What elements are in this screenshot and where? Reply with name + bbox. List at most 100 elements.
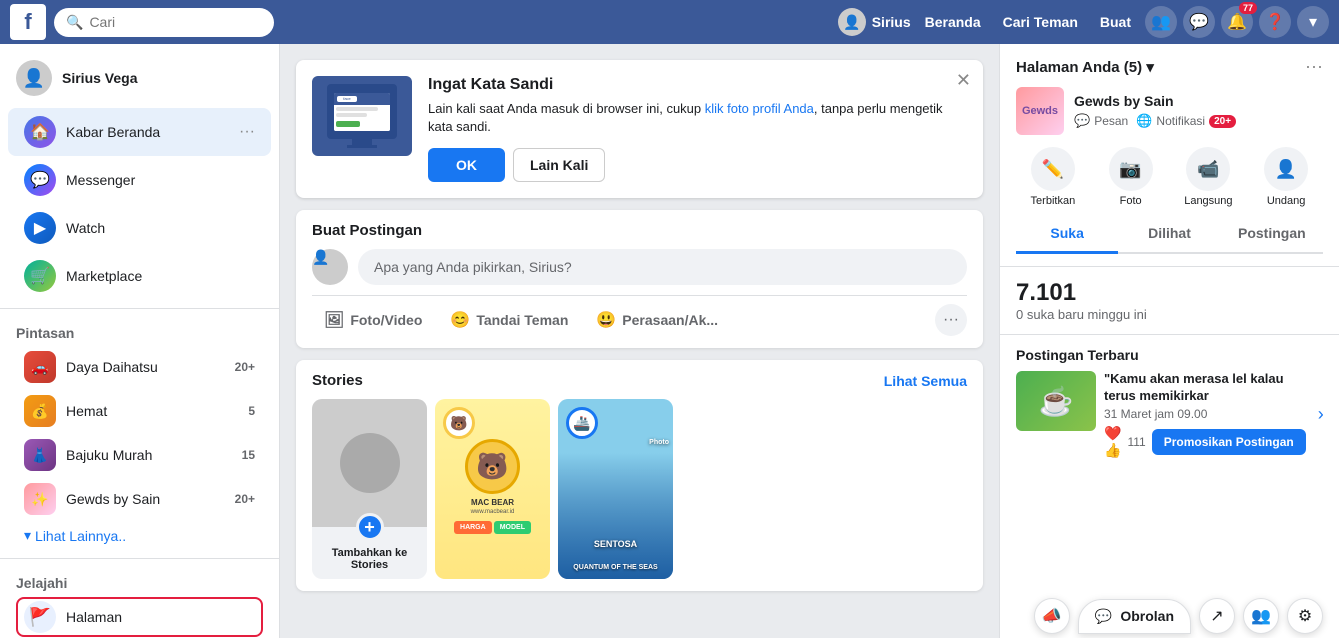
sidebar-item-watch[interactable]: ▶ Watch <box>8 204 271 252</box>
top-nav: f 🔍 👤 Sirius Beranda Cari Teman Buat 👥 💬… <box>0 0 1339 44</box>
friend-requests-btn[interactable]: 👥 <box>1145 6 1177 38</box>
shortcut-bajuku-murah[interactable]: 👗 Bajuku Murah 15 <box>8 433 271 477</box>
recent-post-item: ☕ "Kamu akan merasa lel kalau terus memi… <box>1016 371 1323 459</box>
shortcut-badge-1: 20+ <box>235 360 255 374</box>
password-modal-link[interactable]: klik foto profil Anda <box>705 101 814 116</box>
messenger-btn[interactable]: 💬 <box>1183 6 1215 38</box>
foto-col[interactable]: 📷 Foto <box>1094 147 1168 207</box>
recent-post-thumb: ☕ <box>1016 371 1096 431</box>
post-avatar: 👤 <box>312 249 348 285</box>
stories-title: Stories <box>312 372 363 389</box>
notifikasi-globe-icon: 🌐 <box>1136 113 1152 129</box>
tandai-teman-btn[interactable]: 😊 Tandai Teman <box>438 304 580 336</box>
foto-video-label: Foto/Video <box>350 312 422 328</box>
perasaan-btn[interactable]: 😃 Perasaan/Ak... <box>584 304 730 336</box>
recent-post-arrow[interactable]: › <box>1314 371 1328 459</box>
pesan-label: Pesan <box>1094 114 1128 128</box>
tab-suka[interactable]: Suka <box>1016 215 1118 254</box>
sidebar-divider-1 <box>0 308 279 309</box>
undang-col[interactable]: 👤 Undang <box>1249 147 1323 207</box>
stories-see-all[interactable]: Lihat Semua <box>884 373 967 389</box>
tab-dilihat[interactable]: Dilihat <box>1118 215 1220 254</box>
nav-find-friends-btn[interactable]: Cari Teman <box>995 10 1086 34</box>
account-menu-btn[interactable]: ▾ <box>1297 6 1329 38</box>
likes-section: 7.101 0 suka baru minggu ini <box>1000 267 1339 335</box>
ok-button[interactable]: OK <box>428 148 505 182</box>
promote-btn[interactable]: Promosikan Postingan <box>1152 429 1306 455</box>
foto-video-icon: 🖼 <box>324 310 344 330</box>
watch-label: Watch <box>66 220 255 236</box>
shortcut-label-1: Daya Daihatsu <box>66 359 225 375</box>
shortcut-icon-4: ✨ <box>24 483 56 515</box>
shortcut-label-2: Hemat <box>66 403 238 419</box>
external-link-btn[interactable]: ↗ <box>1199 598 1235 634</box>
obrolan-label: Obrolan <box>1120 608 1174 624</box>
undang-label: Undang <box>1267 195 1306 207</box>
password-modal-card: face Ingat K <box>296 60 983 198</box>
bottom-bar: 📣 💬 Obrolan ↗ 👥 ⚙ <box>1034 594 1339 638</box>
story-cruise[interactable]: 🚢 Photo SENTOSA QUANTUM OF THE SEAS <box>558 399 673 579</box>
notifikasi-btn[interactable]: 🌐 Notifikasi 20+ <box>1136 113 1236 129</box>
shortcut-badge-3: 15 <box>242 448 255 462</box>
shortcut-daya-daihatsu[interactable]: 🚗 Daya Daihatsu 20+ <box>8 345 271 389</box>
left-sidebar: 👤 Sirius Vega 🏠 Kabar Beranda ··· 💬 Mess… <box>0 44 280 638</box>
shortcut-gewds-by-sain[interactable]: ✨ Gewds by Sain 20+ <box>8 477 271 521</box>
shortcut-icon-3: 👗 <box>24 439 56 471</box>
sidebar-profile[interactable]: 👤 Sirius Vega <box>0 52 279 108</box>
shortcut-hemat[interactable]: 💰 Hemat 5 <box>8 389 271 433</box>
sidebar-profile-name: Sirius Vega <box>62 70 137 86</box>
people-btn[interactable]: 👥 <box>1243 598 1279 634</box>
terbitkan-col[interactable]: ✏️ Terbitkan <box>1016 147 1090 207</box>
lain-kali-button[interactable]: Lain Kali <box>513 148 605 182</box>
langsung-col[interactable]: 📹 Langsung <box>1172 147 1246 207</box>
password-modal-desc: Lain kali saat Anda masuk di browser ini… <box>428 100 967 136</box>
story-add-card[interactable]: + Tambahkan ke Stories <box>312 399 427 579</box>
panel-pages-dots[interactable]: ··· <box>1305 56 1323 77</box>
main-feed: face Ingat K <box>280 44 999 638</box>
sidebar-item-marketplace[interactable]: 🛒 Marketplace <box>8 252 271 300</box>
story-add-avatar <box>340 433 400 493</box>
monitor-illustration: face <box>327 84 397 139</box>
recent-post-date: 31 Maret jam 09.00 <box>1104 407 1306 421</box>
help-btn[interactable]: ❓ <box>1259 6 1291 38</box>
foto-label: Foto <box>1120 195 1142 207</box>
password-modal-actions: OK Lain Kali <box>428 148 967 182</box>
marketplace-label: Marketplace <box>66 268 255 284</box>
close-icon[interactable]: ✕ <box>956 70 971 91</box>
nav-create-btn[interactable]: Buat <box>1092 10 1139 34</box>
kabar-beranda-icon: 🏠 <box>24 116 56 148</box>
shortcut-badge-2: 5 <box>248 404 255 418</box>
sidebar-item-messenger[interactable]: 💬 Messenger <box>8 156 271 204</box>
likes-count: 7.101 <box>1016 279 1323 307</box>
foto-video-btn[interactable]: 🖼 Foto/Video <box>312 304 434 336</box>
explore-item-halaman[interactable]: 🚩 Halaman <box>8 595 271 638</box>
shortcut-label-3: Bajuku Murah <box>66 447 232 463</box>
reaction-count: 111 <box>1127 435 1145 449</box>
dropdown-icon[interactable]: ▾ <box>1146 59 1154 76</box>
story-mac-bear[interactable]: 🐻 🐻 MAC BEAR www.macbear.id HARGA MODEL <box>435 399 550 579</box>
settings-btn[interactable]: ⚙ <box>1287 598 1323 634</box>
pesan-btn[interactable]: 💬 Pesan <box>1074 113 1128 129</box>
search-bar[interactable]: 🔍 <box>54 8 274 37</box>
notifikasi-label: Notifikasi <box>1156 114 1205 128</box>
story-add-btn[interactable]: + <box>356 513 384 541</box>
notification-badge: 77 <box>1239 2 1257 14</box>
tab-postingan[interactable]: Postingan <box>1221 215 1323 254</box>
search-input[interactable] <box>89 14 249 30</box>
megaphone-btn[interactable]: 📣 <box>1034 598 1070 634</box>
nav-home-btn[interactable]: Beranda <box>917 10 989 34</box>
post-action-more[interactable]: ··· <box>935 304 967 336</box>
monitor-screen: face <box>334 93 390 131</box>
sidebar-item-kabar-beranda[interactable]: 🏠 Kabar Beranda ··· <box>8 108 271 156</box>
post-input[interactable]: Apa yang Anda pikirkan, Sirius? <box>358 249 967 285</box>
nav-user[interactable]: 👤 Sirius <box>838 8 911 36</box>
kabar-beranda-dots[interactable]: ··· <box>239 123 255 141</box>
see-more-shortcuts-label: Lihat Lainnya.. <box>35 528 126 544</box>
shortcut-icon-2: 💰 <box>24 395 56 427</box>
obrolan-btn[interactable]: 💬 Obrolan <box>1078 599 1191 634</box>
notifications-btn[interactable]: 🔔 77 <box>1221 6 1253 38</box>
search-icon: 🔍 <box>66 14 83 31</box>
see-more-shortcuts[interactable]: ▾ Lihat Lainnya.. <box>8 521 271 550</box>
stories-header: Stories Lihat Semua <box>312 372 967 389</box>
shortcut-badge-4: 20+ <box>235 492 255 506</box>
